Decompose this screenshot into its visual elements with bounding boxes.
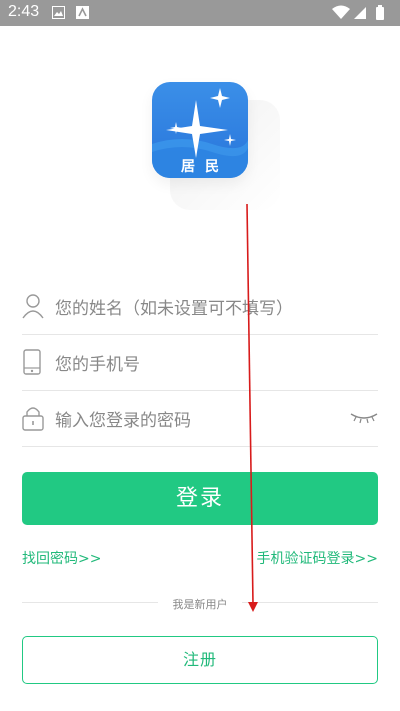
status-icons	[332, 5, 384, 20]
password-placeholder: 输入您登录的密码	[55, 411, 191, 431]
app-logo: 居民	[152, 82, 248, 178]
user-icon	[22, 294, 44, 319]
name-field[interactable]: 您的姓名（如未设置可不填写）	[22, 278, 378, 335]
login-button[interactable]: 登录	[22, 472, 378, 525]
status-bar: 2:43	[0, 0, 400, 26]
register-button[interactable]: 注册	[22, 636, 378, 684]
status-time: 2:43	[8, 3, 40, 20]
phone-placeholder: 您的手机号	[55, 355, 140, 375]
signal-icon	[354, 7, 366, 19]
logo-label: 居民	[181, 159, 229, 175]
new-user-divider-text: 我是新用户	[172, 598, 228, 611]
name-placeholder: 您的姓名（如未设置可不填写）	[55, 299, 293, 319]
phone-field[interactable]: 您的手机号	[22, 334, 378, 391]
forgot-password-link[interactable]: 找回密码>>	[22, 548, 101, 568]
phone-icon	[23, 349, 41, 375]
wifi-icon	[332, 5, 350, 19]
sms-login-link[interactable]: 手机验证码登录>>	[257, 548, 378, 568]
lock-icon	[22, 407, 44, 431]
app-notification-icon	[76, 6, 89, 19]
image-icon	[52, 6, 65, 19]
eye-closed-icon[interactable]	[350, 410, 378, 424]
password-field[interactable]: 输入您登录的密码	[22, 390, 378, 447]
battery-icon	[376, 7, 384, 20]
